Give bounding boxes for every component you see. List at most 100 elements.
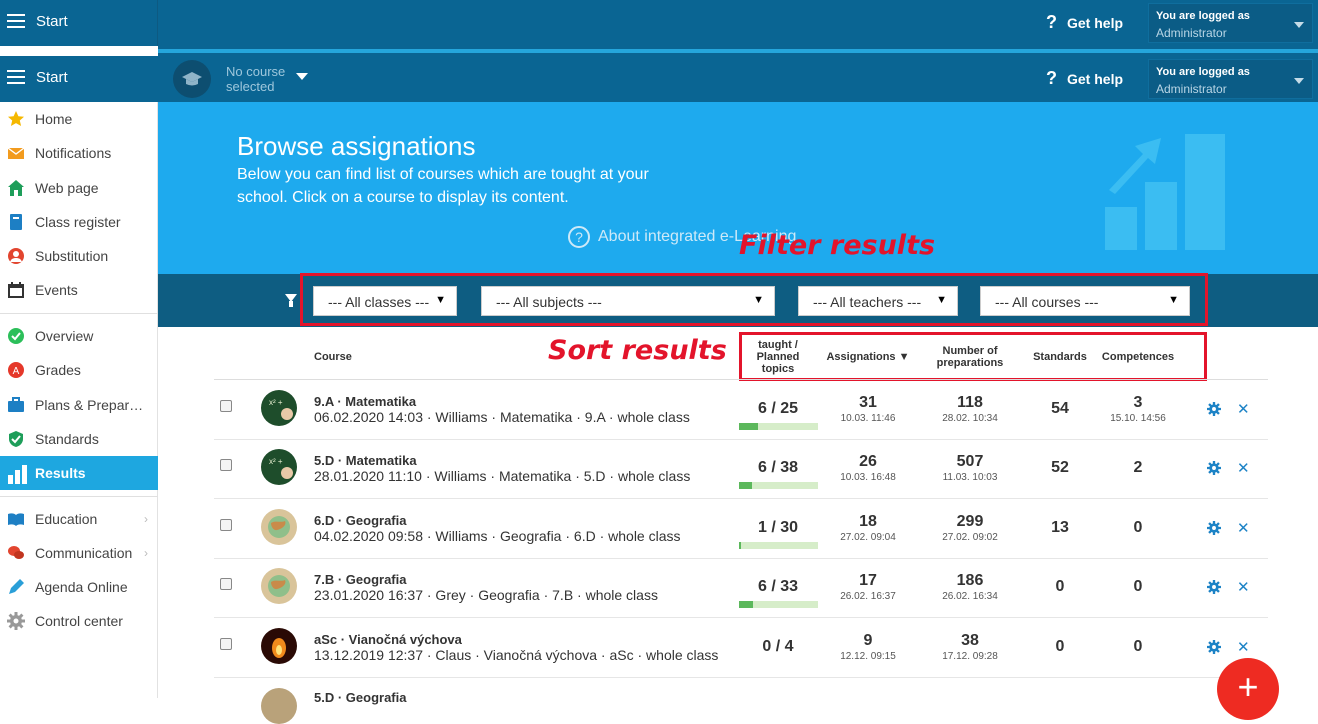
course-name[interactable]: aSc · Vianočná výchova	[314, 632, 462, 647]
sidebar-item-notifications[interactable]: Notifications	[0, 136, 158, 170]
sidebar-item-substitution[interactable]: Substitution	[0, 239, 158, 273]
assignments-count[interactable]: 18	[828, 513, 908, 531]
start-menu[interactable]: Start	[0, 0, 158, 46]
sidebar-divider	[0, 496, 158, 497]
close-icon[interactable]: ✕	[1237, 400, 1250, 418]
course-name[interactable]: 9.A · Matematika	[314, 394, 416, 409]
gear-icon[interactable]	[1207, 521, 1221, 535]
competences-count[interactable]: 3	[1098, 394, 1178, 412]
competences-count[interactable]: 2	[1098, 459, 1178, 477]
gear-icon[interactable]	[1207, 402, 1221, 416]
table-row[interactable]: x² + 9.A · Matematika 06.02.2020 14:03 · W…	[214, 380, 1268, 440]
row-checkbox[interactable]	[220, 519, 232, 531]
course-selector[interactable]: No course selected	[226, 64, 296, 94]
assignments-count[interactable]: 17	[828, 572, 908, 590]
sidebar-item-web-page[interactable]: Web page	[0, 171, 158, 205]
user-menu[interactable]: You are logged as Administrator	[1148, 3, 1313, 43]
header-course[interactable]: Course	[314, 351, 352, 363]
sidebar-item-plans-prepar[interactable]: Plans & Prepar…	[0, 388, 158, 422]
chevron-right-icon: ›	[144, 546, 148, 560]
sidebar-item-control-center[interactable]: Control center	[0, 604, 158, 638]
get-help-button[interactable]: ? Get help	[1046, 12, 1123, 33]
sidebar-item-grades[interactable]: A Grades	[0, 353, 158, 387]
sidebar-item-label: Standards	[35, 431, 99, 447]
row-checkbox[interactable]	[220, 638, 232, 650]
close-icon[interactable]: ✕	[1237, 638, 1250, 656]
close-icon[interactable]: ✕	[1237, 519, 1250, 537]
chevron-down-icon[interactable]	[296, 73, 308, 80]
course-avatar[interactable]	[261, 628, 297, 664]
assignments-date: 12.12. 09:15	[840, 651, 896, 662]
gear-icon[interactable]	[1207, 640, 1221, 654]
user-menu[interactable]: You are logged as Administrator	[1148, 59, 1313, 99]
course-avatar[interactable]	[261, 568, 297, 604]
assignments-count[interactable]: 9	[828, 632, 908, 650]
sidebar-item-label: Web page	[35, 180, 99, 196]
course-avatar[interactable]	[261, 509, 297, 545]
table-row[interactable]: 6.D · Geografia 04.02.2020 09:58 · Willia…	[214, 499, 1268, 559]
course-avatar[interactable]	[261, 688, 297, 724]
competences-count[interactable]: 0	[1098, 638, 1178, 656]
sidebar-item-label: Class register	[35, 214, 121, 230]
close-icon[interactable]: ✕	[1237, 459, 1250, 477]
hamburger-icon[interactable]	[7, 14, 25, 28]
sort-annotation: Sort results	[548, 335, 727, 366]
start-label[interactable]: Start	[36, 69, 68, 86]
sidebar-item-results[interactable]: Results	[0, 456, 158, 490]
gear-icon[interactable]	[1207, 580, 1221, 594]
assignments-count[interactable]: 31	[828, 394, 908, 412]
preparations-count[interactable]: 38	[928, 632, 1012, 650]
course-avatar[interactable]: x² +	[261, 449, 297, 485]
topics-progress-bar	[739, 423, 818, 430]
standards-count[interactable]: 54	[1028, 400, 1092, 418]
course-name[interactable]: 6.D · Geografia	[314, 513, 406, 528]
course-name[interactable]: 5.D · Matematika	[314, 453, 417, 468]
standards-count[interactable]: 0	[1028, 638, 1092, 656]
table-row[interactable]: 7.B · Geografia 23.01.2020 16:37 · Grey ·…	[214, 558, 1268, 618]
pen-icon	[7, 578, 25, 596]
competences-count[interactable]: 0	[1098, 519, 1178, 537]
user-name: Administrator	[1156, 26, 1227, 40]
sidebar-item-standards[interactable]: Standards	[0, 422, 158, 456]
course-name[interactable]: 7.B · Geografia	[314, 572, 406, 587]
standards-count[interactable]: 13	[1028, 519, 1092, 537]
add-button[interactable]: +	[1217, 658, 1279, 720]
row-checkbox[interactable]	[220, 459, 232, 471]
gear-icon[interactable]	[1207, 461, 1221, 475]
sidebar-item-agenda-online[interactable]: Agenda Online	[0, 570, 158, 604]
graduation-cap-icon[interactable]	[173, 60, 211, 98]
assignments-count[interactable]: 26	[828, 453, 908, 471]
preparations-date: 17.12. 09:28	[942, 651, 998, 662]
user-label: You are logged as	[1156, 66, 1250, 78]
chevron-down-icon	[1294, 78, 1304, 84]
chart-illustration-icon	[1105, 134, 1225, 250]
sidebar-item-label: Overview	[35, 328, 94, 344]
standards-count[interactable]: 52	[1028, 459, 1092, 477]
row-checkbox[interactable]	[220, 400, 232, 412]
preparations-count[interactable]: 507	[928, 453, 1012, 471]
bar-chart-icon	[7, 464, 27, 484]
sidebar-item-communication[interactable]: Communication ›	[0, 536, 158, 570]
table-row[interactable]: aSc · Vianočná výchova 13.12.2019 12:37 ·…	[214, 618, 1268, 678]
sidebar-item-overview[interactable]: Overview	[0, 319, 158, 353]
hamburger-icon[interactable]	[7, 70, 25, 84]
competences-count[interactable]: 0	[1098, 578, 1178, 596]
standards-count[interactable]: 0	[1028, 578, 1092, 596]
sidebar-item-education[interactable]: Education ›	[0, 502, 158, 536]
filter-highlight-box	[300, 273, 1208, 326]
sidebar-item-label: Results	[35, 465, 86, 481]
preparations-count[interactable]: 118	[928, 394, 1012, 412]
sidebar-item-events[interactable]: Events	[0, 273, 158, 307]
question-icon: ?	[1046, 12, 1057, 32]
sidebar-item-class-register[interactable]: Class register	[0, 205, 158, 239]
table-row[interactable]: x² + 5.D · Matematika 28.01.2020 11:10 · W…	[214, 439, 1268, 499]
row-checkbox[interactable]	[220, 578, 232, 590]
get-help-button[interactable]: ? Get help	[1046, 68, 1123, 89]
sidebar-item-home[interactable]: Home	[0, 102, 158, 136]
preparations-count[interactable]: 186	[928, 572, 1012, 590]
course-avatar[interactable]: x² +	[261, 390, 297, 426]
start-label[interactable]: Start	[36, 13, 68, 30]
preparations-count[interactable]: 299	[928, 513, 1012, 531]
assignments-date: 26.02. 16:37	[840, 591, 896, 602]
close-icon[interactable]: ✕	[1237, 578, 1250, 596]
